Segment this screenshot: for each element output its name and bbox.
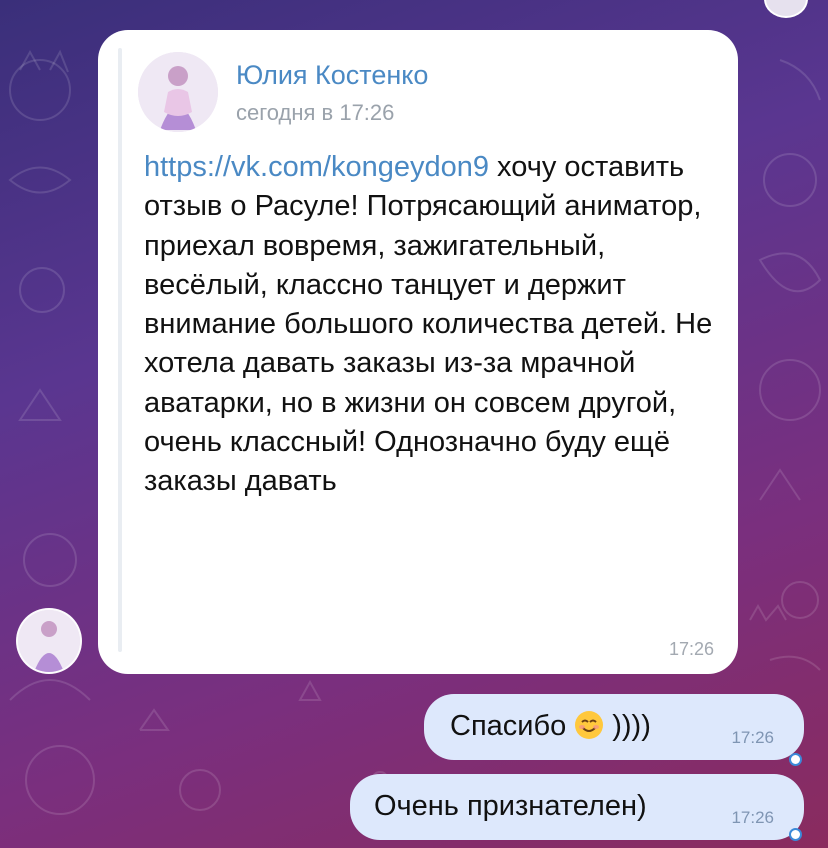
post-date: сегодня в 17:26 xyxy=(236,100,395,125)
forwarded-quote-bar xyxy=(118,48,122,652)
read-status-icon xyxy=(789,753,802,766)
author-name[interactable]: Юлия Костенко xyxy=(236,60,428,91)
review-text: хочу оставить отзыв о Расуле! Потрясающи… xyxy=(144,151,713,498)
read-status-icon xyxy=(789,828,802,841)
sender-avatar[interactable] xyxy=(16,608,82,674)
message-time: 17:26 xyxy=(731,728,774,747)
outgoing-message-bubble[interactable]: Спасибо )))) 17:26 xyxy=(424,694,804,760)
profile-link[interactable]: https://vk.com/kongeydon9 xyxy=(144,151,489,183)
incoming-message-bubble[interactable]: Юлия Костенко сегодня в 17:26 https://vk… xyxy=(98,30,738,674)
message-time: 17:26 xyxy=(668,639,714,659)
author-avatar[interactable] xyxy=(138,52,218,132)
smiling-face-emoji xyxy=(575,711,604,739)
outgoing-message-text: Очень признателен) xyxy=(374,790,647,822)
post-text: https://vk.com/kongeydon9 хочу оставить … xyxy=(144,148,724,502)
outgoing-message-text: Спасибо )))) xyxy=(450,710,651,742)
message-time: 17:26 xyxy=(731,808,774,827)
outgoing-message-bubble[interactable]: Очень признателен) 17:26 xyxy=(350,774,804,840)
